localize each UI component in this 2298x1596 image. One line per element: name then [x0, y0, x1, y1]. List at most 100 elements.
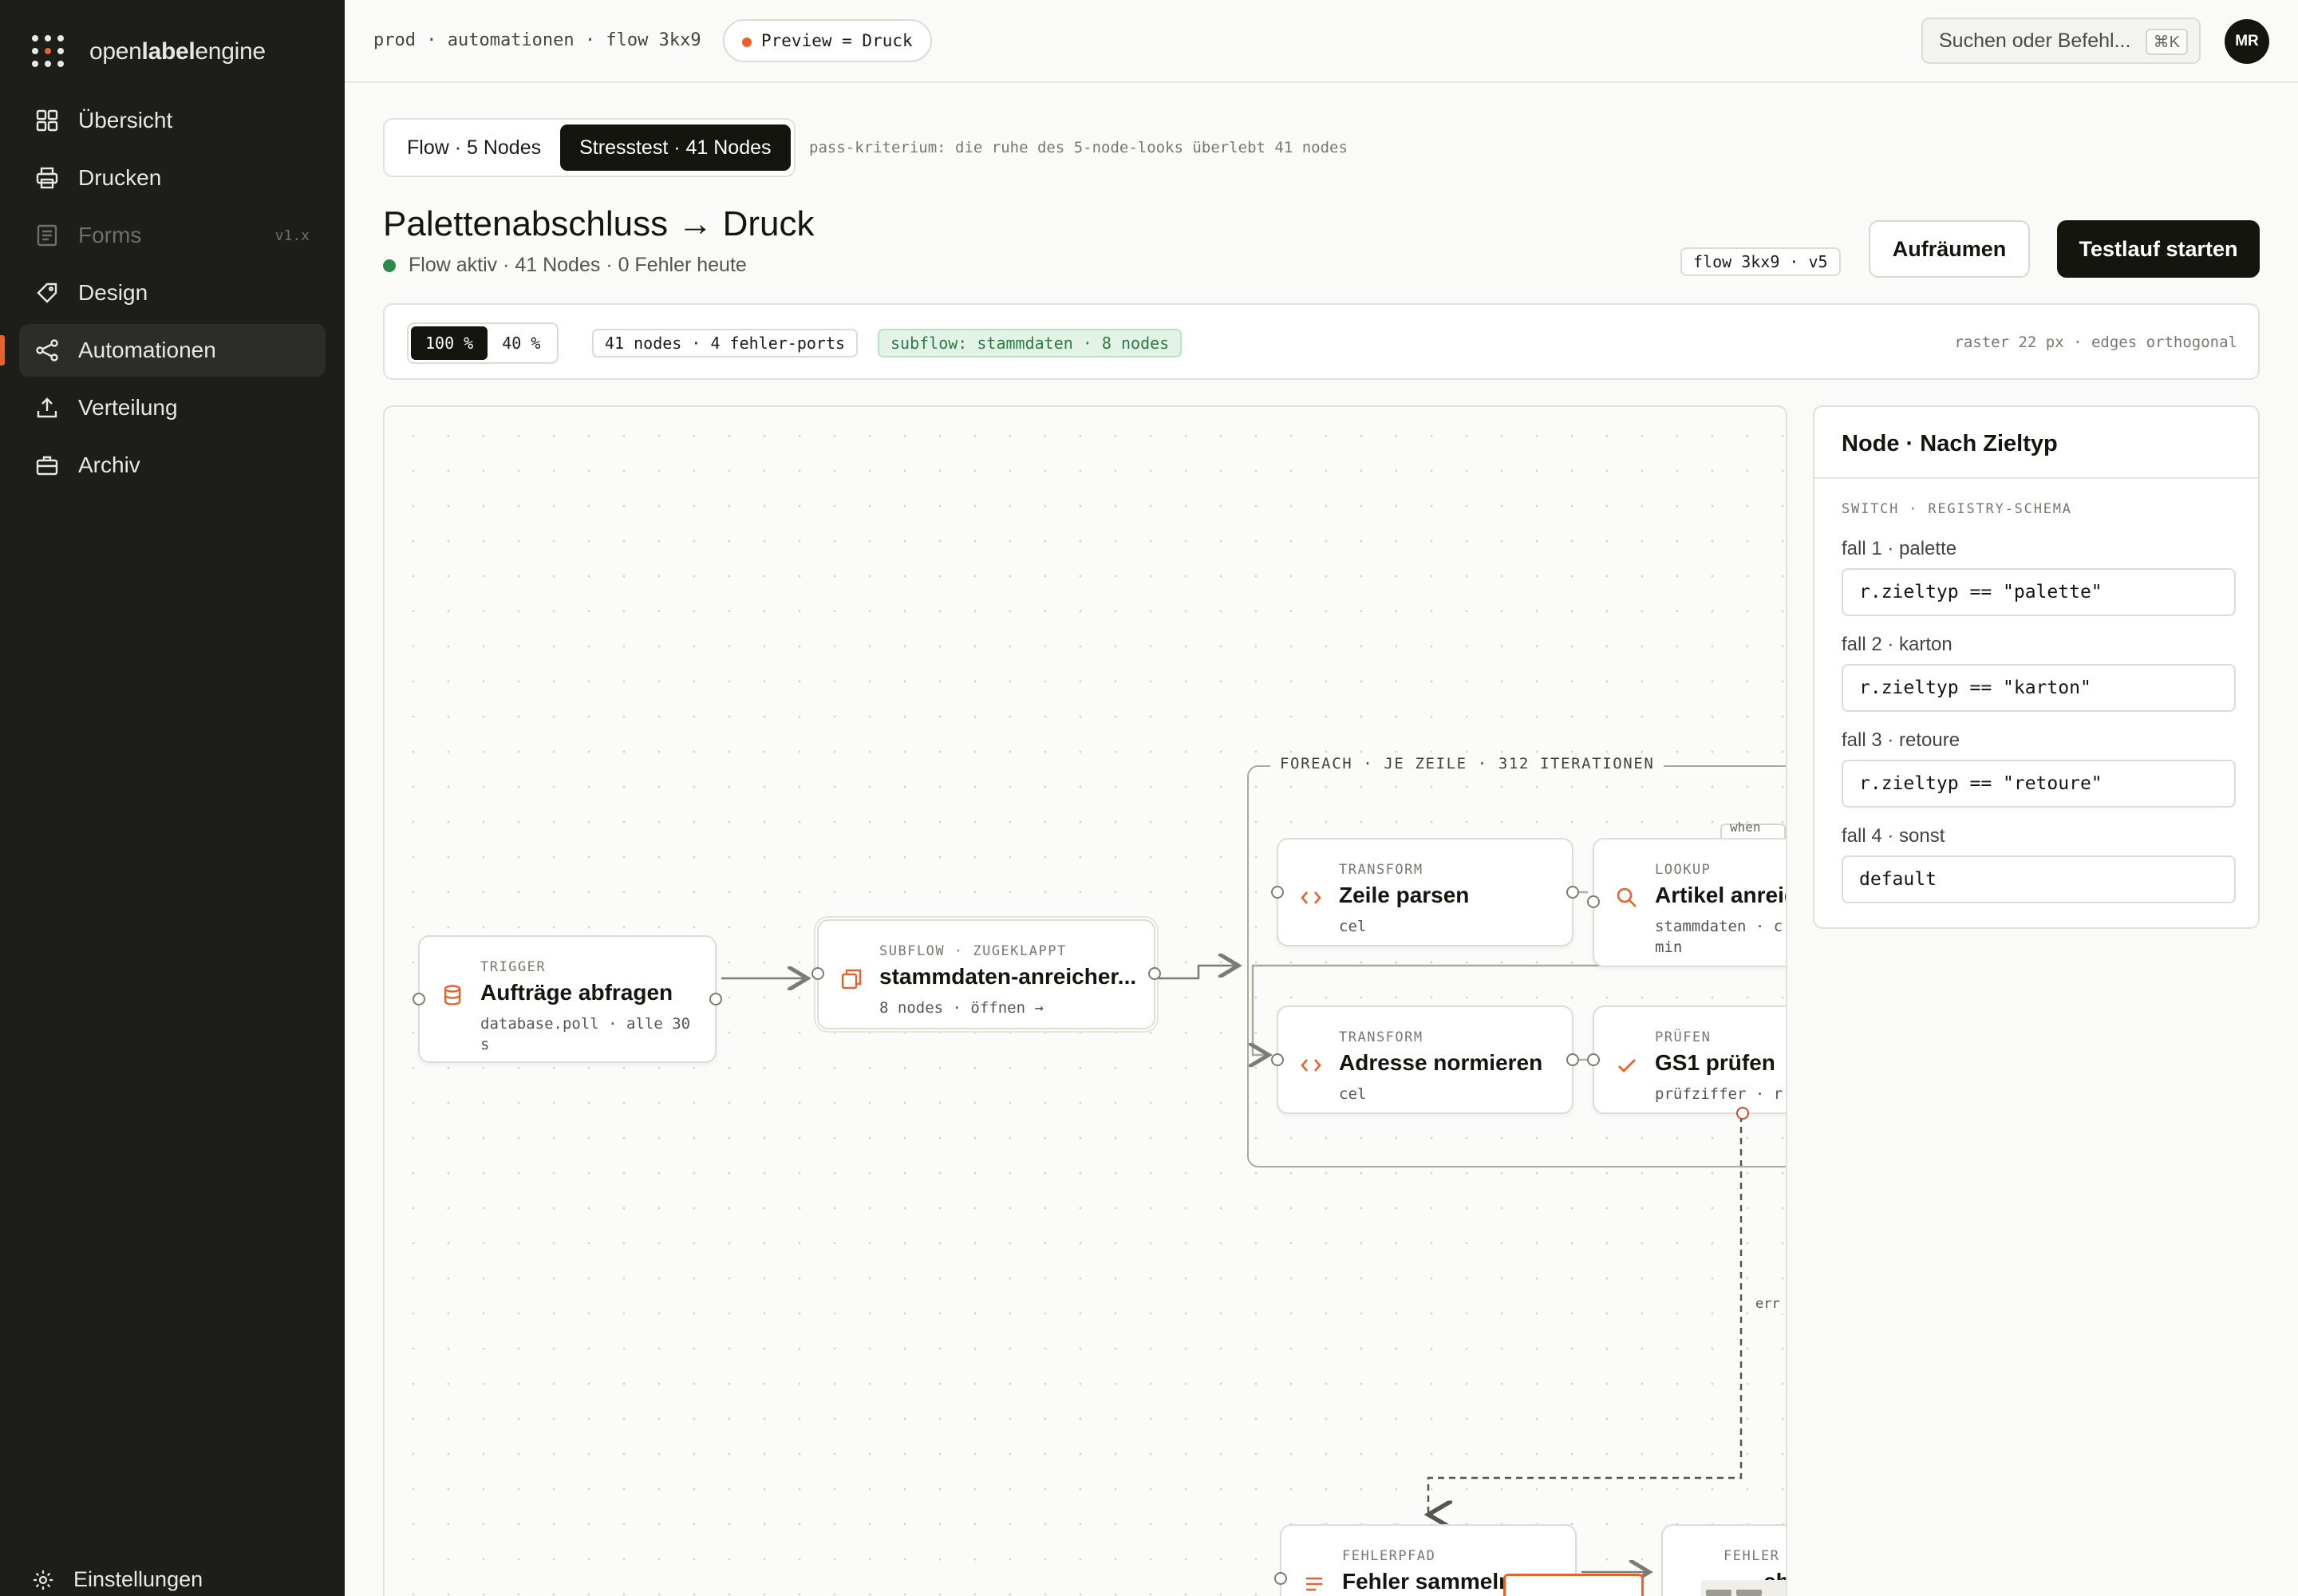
start-test-run-button[interactable]: Testlauf starten: [2057, 220, 2260, 278]
tab-stresstest[interactable]: Stresstest · 41 Nodes: [560, 124, 791, 171]
canvas-toolbar: 100 % 40 % 41 nodes · 4 fehler-ports sub…: [383, 303, 2260, 380]
search-icon: [1615, 886, 1639, 910]
preview-badge[interactable]: Preview = Druck: [723, 19, 932, 62]
case-expression-input[interactable]: r.zieltyp == "retoure": [1842, 760, 2236, 808]
tag-icon: [35, 281, 59, 305]
shortcut-badge: ⌘K: [2145, 29, 2188, 55]
zoom-40-button[interactable]: 40 %: [488, 326, 555, 360]
printer-icon: [35, 166, 59, 190]
pass-criterion: pass-kriterium: die ruhe des 5-node-look…: [809, 139, 1348, 156]
cleanup-button[interactable]: Aufräumen: [1869, 220, 2030, 278]
sidebar-item-verteilung[interactable]: Verteilung: [19, 381, 326, 434]
page-title: Palettenabschluss → Druck: [383, 204, 815, 243]
breadcrumb: prod · automationen · flow 3kx9: [373, 30, 701, 50]
output-port[interactable]: [709, 993, 722, 1005]
node-kind: SUBFLOW · ZUGEKLAPPT: [879, 943, 1067, 959]
sidebar-item-forms[interactable]: Forms v1.x: [19, 209, 326, 262]
checkmark-icon: [1615, 1053, 1639, 1077]
node-trigger[interactable]: TRIGGER Aufträge abfragen database.poll …: [413, 935, 722, 1063]
sidebar-item-settings[interactable]: Einstellungen: [32, 1567, 203, 1592]
case-label: fall 2 · karton: [1842, 634, 1953, 655]
sidebar-item-label: Forms: [78, 223, 142, 247]
node-subflow[interactable]: SUBFLOW · ZUGEKLAPPT stammdaten-anreiche…: [811, 919, 1161, 1029]
output-port[interactable]: [1566, 886, 1579, 899]
foreach-label: FOREACH · JE ZEILE · 312 ITERATIONEN: [1270, 755, 1664, 772]
input-port[interactable]: [811, 967, 824, 980]
sidebar-item-label: Drucken: [78, 165, 162, 190]
node-name: Fehler sammeln: [1342, 1569, 1513, 1594]
sidebar-item-label: Übersicht: [78, 108, 173, 132]
node-kind: TRANSFORM: [1339, 1029, 1423, 1045]
database-icon: [440, 983, 464, 1007]
subflow-badge[interactable]: subflow: stammdaten · 8 nodes: [878, 329, 1183, 358]
inspector-kind: SWITCH · REGISTRY-SCHEMA: [1842, 501, 2072, 517]
node-kind: TRANSFORM: [1339, 862, 1423, 878]
error-port[interactable]: [1736, 1107, 1749, 1120]
status-text: Flow aktiv · 41 Nodes · 0 Fehler heute: [409, 254, 747, 276]
node-subtitle: cel: [1339, 918, 1367, 935]
case-expression-input[interactable]: default: [1842, 855, 2236, 903]
sidebar-item-label: Verteilung: [78, 395, 178, 420]
sidebar-item-design[interactable]: Design: [19, 267, 326, 319]
avatar[interactable]: MR: [2225, 19, 2269, 64]
sidebar-item-uebersicht[interactable]: Übersicht: [19, 94, 326, 147]
node-artikel-anreichern[interactable]: LOOKUP Artikel anreich stammdaten · c mi…: [1587, 838, 1786, 967]
node-kind: TRIGGER: [480, 959, 547, 975]
sidebar-item-label: Archiv: [78, 452, 140, 477]
form-icon: [35, 223, 59, 247]
sidebar-item-label: Design: [78, 280, 148, 305]
mode-toggle: Flow · 5 Nodes Stresstest · 41 Nodes: [383, 118, 796, 177]
node-kind: FEHLERPFAD: [1342, 1548, 1436, 1564]
node-zeile-parsen[interactable]: TRANSFORM Zeile parsen cel: [1271, 838, 1579, 946]
list-icon: [1302, 1572, 1326, 1596]
search-input[interactable]: Suchen oder Befehl... ⌘K: [1921, 18, 2201, 64]
briefcase-icon: [35, 453, 59, 477]
open-subflow-link[interactable]: 8 nodes · öffnen →: [879, 998, 1044, 1018]
selection-box[interactable]: [1503, 1574, 1644, 1596]
sidebar-item-automationen[interactable]: Automationen: [0, 324, 326, 377]
node-name: stammdaten-anreicher...: [879, 964, 1137, 989]
upload-icon: [35, 396, 59, 420]
input-port[interactable]: [1271, 1053, 1284, 1066]
input-port[interactable]: [413, 993, 425, 1005]
zoom-toggle: 100 % 40 %: [407, 322, 559, 364]
tab-flow[interactable]: Flow · 5 Nodes: [388, 124, 560, 171]
node-adresse-normieren[interactable]: TRANSFORM Adresse normieren cel: [1271, 1005, 1579, 1114]
case-expression-input[interactable]: r.zieltyp == "karton": [1842, 664, 2236, 712]
input-port[interactable]: [1587, 1053, 1600, 1066]
node-subtitle: stammdaten · c min: [1655, 918, 1783, 956]
status-dot-icon: [383, 259, 396, 272]
node-subtitle: prüfziffer · r: [1655, 1085, 1783, 1103]
node-kind: FEHLER: [1724, 1548, 1780, 1564]
node-kind: LOOKUP: [1655, 862, 1712, 878]
edge-subflow-foreach: [1155, 966, 1238, 980]
output-port[interactable]: [1566, 1053, 1579, 1066]
input-port[interactable]: [1271, 886, 1284, 899]
divider: [1814, 477, 2258, 479]
node-gs1-pruefen[interactable]: PRÜFEN GS1 prüfen prüfziffer · r: [1587, 1005, 1786, 1120]
search-placeholder: Suchen oder Befehl...: [1939, 29, 2131, 52]
error-edge-label: err: [1752, 1294, 1783, 1314]
code-icon: [1299, 886, 1323, 910]
sidebar-item-archiv[interactable]: Archiv: [19, 439, 326, 492]
node-kind: PRÜFEN: [1655, 1029, 1712, 1045]
case-expression-input[interactable]: r.zieltyp == "palette": [1842, 568, 2236, 616]
flow-canvas[interactable]: FOREACH · JE ZEILE · 312 ITERATIONEN whe…: [383, 405, 1787, 1596]
raster-info: raster 22 px · edges orthogonal: [1954, 334, 2237, 351]
output-port[interactable]: [1148, 967, 1161, 980]
case-label: fall 3 · retoure: [1842, 729, 1960, 751]
input-port[interactable]: [1274, 1572, 1287, 1585]
node-count-badge: 41 nodes · 4 fehler-ports: [592, 329, 859, 358]
node-inspector: Node · Nach Zieltyp SWITCH · REGISTRY-SC…: [1813, 405, 2260, 929]
logo[interactable]: openlabelengine: [32, 35, 266, 69]
edge-error-path: [1428, 1116, 1743, 1515]
sidebar-item-drucken[interactable]: Drucken: [19, 152, 326, 204]
node-name: GS1 prüfen: [1655, 1050, 1775, 1075]
share-nodes-icon: [35, 338, 59, 362]
minimap[interactable]: [1701, 1580, 1786, 1596]
input-port[interactable]: [1587, 895, 1600, 908]
zoom-100-button[interactable]: 100 %: [411, 326, 488, 360]
node-name: Artikel anreich: [1655, 883, 1786, 907]
node-name: Zeile parsen: [1339, 883, 1470, 907]
case-label: fall 1 · palette: [1842, 538, 1957, 559]
